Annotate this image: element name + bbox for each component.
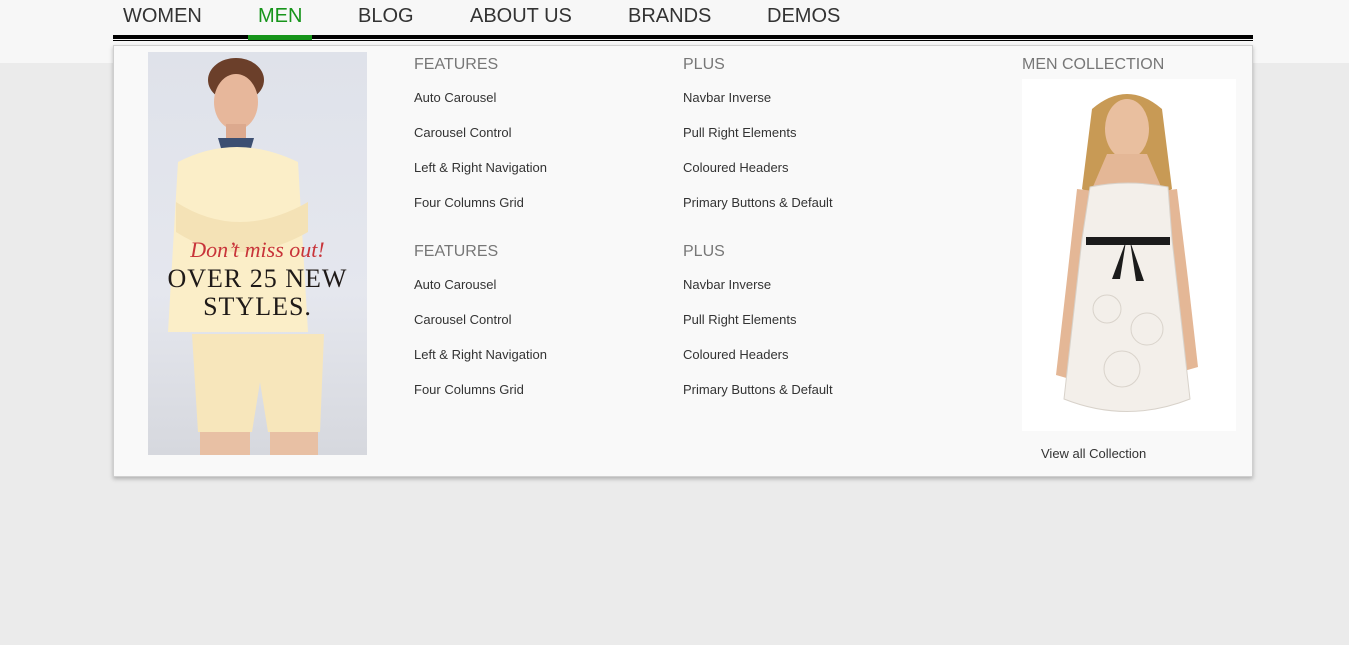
column-title-features: FEATURES: [414, 243, 499, 260]
view-all-collection-link[interactable]: View all Collection: [1041, 446, 1146, 461]
nav-divider-thin: [113, 40, 1253, 41]
menu-link-carousel-control[interactable]: Carousel Control: [414, 125, 512, 140]
column-title-plus: PLUS: [683, 56, 725, 73]
mega-menu-dropdown: Don’t miss out! OVER 25 NEW STYLES. FEAT…: [113, 45, 1253, 477]
nav-item-women[interactable]: WOMEN: [123, 5, 202, 28]
nav-item-men[interactable]: MEN: [258, 5, 302, 28]
column-title-features: FEATURES: [414, 56, 499, 73]
menu-link-auto-carousel[interactable]: Auto Carousel: [414, 90, 496, 105]
nav-item-demos[interactable]: DEMOS: [767, 5, 840, 28]
menu-link-pull-right-elements[interactable]: Pull Right Elements: [683, 125, 796, 140]
menu-link-pull-right-elements[interactable]: Pull Right Elements: [683, 312, 796, 327]
main-nav: WOMEN MEN BLOG ABOUT US BRANDS DEMOS: [113, 0, 1253, 42]
nav-item-blog[interactable]: BLOG: [358, 5, 414, 28]
menu-link-left-right-navigation[interactable]: Left & Right Navigation: [414, 160, 547, 175]
promo-headline: OVER 25 NEW: [167, 264, 348, 293]
menu-link-left-right-navigation[interactable]: Left & Right Navigation: [414, 347, 547, 362]
collection-model-illustration: [1056, 94, 1198, 412]
menu-link-carousel-control[interactable]: Carousel Control: [414, 312, 512, 327]
menu-link-primary-buttons[interactable]: Primary Buttons & Default: [683, 195, 833, 210]
promo-tagline: Don’t miss out!: [190, 237, 325, 262]
collection-title: MEN COLLECTION: [1022, 56, 1165, 73]
active-tab-indicator: [248, 35, 312, 40]
nav-item-about-us[interactable]: ABOUT US: [470, 5, 572, 28]
menu-link-navbar-inverse[interactable]: Navbar Inverse: [683, 90, 771, 105]
menu-link-four-columns-grid[interactable]: Four Columns Grid: [414, 382, 524, 397]
promo-headline-2: STYLES.: [203, 292, 312, 321]
promo-banner[interactable]: Don’t miss out! OVER 25 NEW STYLES.: [148, 52, 367, 455]
column-title-plus: PLUS: [683, 243, 725, 260]
menu-link-primary-buttons[interactable]: Primary Buttons & Default: [683, 382, 833, 397]
nav-item-brands[interactable]: BRANDS: [628, 5, 711, 28]
menu-link-navbar-inverse[interactable]: Navbar Inverse: [683, 277, 771, 292]
collection-image[interactable]: [1022, 79, 1236, 431]
menu-link-auto-carousel[interactable]: Auto Carousel: [414, 277, 496, 292]
menu-link-coloured-headers[interactable]: Coloured Headers: [683, 347, 789, 362]
menu-link-coloured-headers[interactable]: Coloured Headers: [683, 160, 789, 175]
menu-link-four-columns-grid[interactable]: Four Columns Grid: [414, 195, 524, 210]
